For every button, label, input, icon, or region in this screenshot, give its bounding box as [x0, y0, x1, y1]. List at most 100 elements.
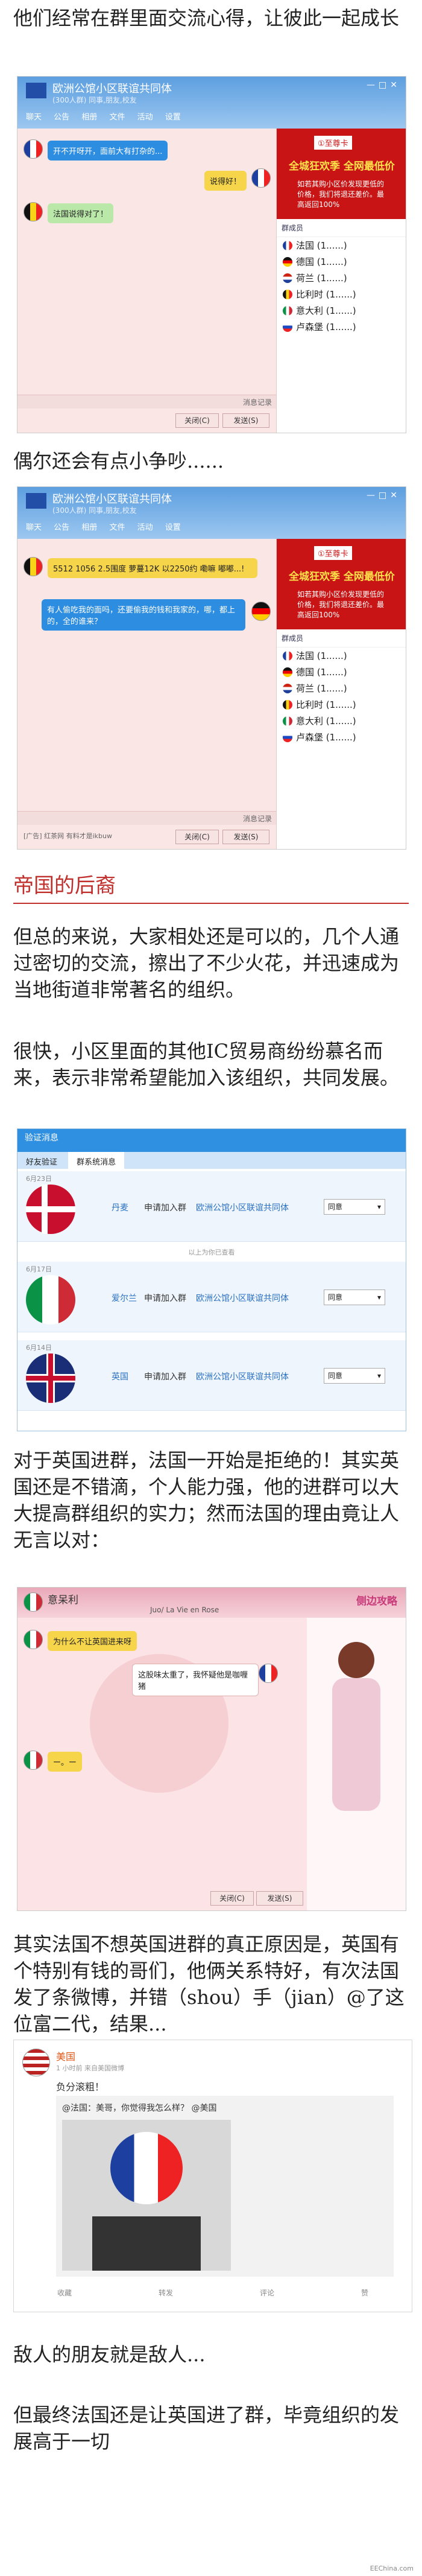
- applicant-name[interactable]: 丹麦: [112, 1201, 128, 1213]
- send-button[interactable]: 发送(S): [222, 413, 269, 428]
- group-subtitle: (300人群) 同事,朋友,校友: [52, 96, 137, 104]
- history-link[interactable]: 消息记录: [243, 813, 272, 824]
- window-controls[interactable]: —□✕: [367, 491, 401, 500]
- member-item[interactable]: 意大利 (1......): [277, 302, 406, 319]
- eu-flag-icon: [26, 493, 46, 509]
- character-body-image: [332, 1678, 380, 1811]
- member-item[interactable]: 荷兰 (1......): [277, 270, 406, 286]
- toolbar-files[interactable]: 文件: [109, 113, 125, 122]
- avatar-belgium: [24, 202, 43, 221]
- section-divider: [13, 903, 409, 904]
- member-item[interactable]: 卢森堡 (1......): [277, 729, 406, 745]
- ad-footer[interactable]: [广告] 红茶网 有料才是ikbuw: [24, 831, 112, 841]
- member-item[interactable]: 荷兰 (1......): [277, 680, 406, 696]
- group-link[interactable]: 欧洲公馆小区联谊共同体: [196, 1292, 289, 1304]
- luxembourg-flag-icon: [283, 732, 292, 742]
- paragraph-2: 很快，小区里面的其他IC贸易商纷纷慕名而来，表示非常希望能加入该组织，共同发展。: [13, 1040, 400, 1089]
- toolbar-chat[interactable]: 聊天: [26, 113, 42, 122]
- toolbar-activity[interactable]: 活动: [137, 523, 153, 532]
- avatar-france: [251, 168, 271, 188]
- close-button[interactable]: 关闭(C): [175, 830, 219, 844]
- weibo-actions: 收藏 转发 评论 赞: [14, 2288, 412, 2298]
- members-label: 群成员: [277, 219, 406, 237]
- avatar-belgium: [24, 557, 43, 576]
- members-label: 群成员: [277, 629, 406, 647]
- avatar-usa: [22, 2049, 50, 2076]
- toolbar-chat[interactable]: 聊天: [26, 523, 42, 532]
- chat-message: 开不开呀开，面前大有打杂的...: [48, 141, 168, 161]
- approve-select[interactable]: 同意: [324, 1199, 385, 1215]
- source-credit: EEChina.com: [370, 2565, 414, 2572]
- group-toolbar: 聊天 公告 相册 文件 活动 设置: [26, 110, 191, 122]
- group-link[interactable]: 欧洲公馆小区联谊共同体: [196, 1370, 289, 1382]
- chat-area: 开不开呀开，面前大有打杂的... 说得好！ 法国说得对了！ 消息记录 关闭(C)…: [17, 129, 277, 433]
- weibo-post: 美国 1 小时前 来自美国微博 负分滚粗！ @法国：美哥，你觉得我怎么样？ @美…: [13, 2040, 412, 2312]
- germany-flag-icon: [283, 256, 292, 267]
- ad-banner[interactable]: ①至尊卡 全城狂欢季 全网最低价 如若其购小区价发现更低的价格，我们将退还差价。…: [277, 539, 406, 629]
- approve-select[interactable]: 同意: [324, 1290, 385, 1305]
- suit-image: [92, 2216, 201, 2271]
- toolbar-settings[interactable]: 设置: [165, 523, 181, 532]
- avatar-italy: [24, 1630, 43, 1649]
- tab-group-system[interactable]: 群系统消息: [68, 1152, 125, 1171]
- member-item[interactable]: 德国 (1......): [277, 253, 406, 270]
- chat-input-toolbar[interactable]: 消息记录: [17, 395, 277, 409]
- repost-button[interactable]: 转发: [159, 2288, 173, 2298]
- belgium-flag-icon: [283, 699, 292, 710]
- avatar-germany: [251, 602, 271, 621]
- member-item[interactable]: 法国 (1......): [277, 237, 406, 253]
- intro-text-1: 他们经常在群里面交流心得，让彼此一起成长: [13, 7, 400, 30]
- paragraph-6: 但最终法国还是让英国进了群，毕竟组织的发展高于一切: [13, 2403, 400, 2453]
- section-title: 帝国的后裔: [13, 874, 116, 898]
- avatar-france: [24, 139, 43, 159]
- close-button[interactable]: 关闭(C): [175, 413, 219, 428]
- avatar-france: [259, 1664, 278, 1683]
- chat-input-toolbar[interactable]: 消息记录: [17, 811, 277, 825]
- group-subtitle: (300人群) 同事,朋友,校友: [52, 506, 137, 515]
- toolbar-notice[interactable]: 公告: [54, 523, 69, 532]
- ad-badge: ①至尊卡: [314, 136, 352, 150]
- applicant-name[interactable]: 爱尔兰: [112, 1292, 137, 1304]
- action-text: 申请加入群: [144, 1372, 186, 1382]
- send-button[interactable]: 发送(S): [222, 830, 269, 844]
- repost-image[interactable]: [62, 2120, 231, 2271]
- like-button[interactable]: 赞: [361, 2288, 368, 2298]
- member-item[interactable]: 意大利 (1......): [277, 713, 406, 729]
- eu-flag-icon: [26, 83, 46, 98]
- approve-select[interactable]: 同意: [324, 1368, 385, 1384]
- read-divider: 以上为你已查看: [188, 1248, 235, 1256]
- member-item[interactable]: 比利时 (1......): [277, 696, 406, 713]
- toolbar-album[interactable]: 相册: [81, 523, 97, 532]
- paragraph-3: 对于英国进群，法国一开始是拒绝的！其实英国还是不错滴，个人能力强，他的进群可以大…: [13, 1449, 400, 1551]
- applicant-name[interactable]: 英国: [112, 1370, 128, 1382]
- toolbar-notice[interactable]: 公告: [54, 113, 69, 122]
- toolbar-files[interactable]: 文件: [109, 523, 125, 532]
- comment-button[interactable]: 评论: [260, 2288, 274, 2298]
- row-date: 6月17日: [26, 1265, 52, 1273]
- member-item[interactable]: 德国 (1......): [277, 664, 406, 680]
- window-controls[interactable]: —□✕: [367, 80, 401, 90]
- toolbar-settings[interactable]: 设置: [165, 113, 181, 122]
- italy-flag-icon: [283, 716, 292, 726]
- paragraph-1: 但总的来说，大家相处还是可以的，几个人通过密切的交流，擦出了不少火花，并迅速成为…: [13, 925, 400, 1001]
- contact-name: 意呆利: [48, 1594, 78, 1606]
- member-item[interactable]: 比利时 (1......): [277, 286, 406, 302]
- intro-text-2: 偶尔还会有点小争吵......: [13, 450, 224, 472]
- member-item[interactable]: 卢森堡 (1......): [277, 319, 406, 335]
- group-link[interactable]: 欧洲公馆小区联谊共同体: [196, 1201, 289, 1213]
- weibo-username[interactable]: 美国: [56, 2049, 75, 2063]
- history-link[interactable]: 消息记录: [243, 397, 272, 407]
- send-button[interactable]: 发送(S): [256, 1891, 303, 1906]
- italy-flag-icon: [283, 305, 292, 316]
- paragraph-5: 敌人的朋友就是敌人...: [13, 2343, 206, 2366]
- toolbar-activity[interactable]: 活动: [137, 113, 153, 122]
- ad-banner[interactable]: ①至尊卡 全城狂欢季 全网最低价 如若其购小区价发现更低的价格，我们将退还差价。…: [277, 129, 406, 219]
- tab-friend-verify[interactable]: 好友验证: [17, 1152, 66, 1171]
- toolbar-album[interactable]: 相册: [81, 113, 97, 122]
- qq-chat-screenshot-2: 欧洲公馆小区联谊共同体 (300人群) 同事,朋友,校友 —□✕ 聊天 公告 相…: [17, 486, 406, 850]
- close-button[interactable]: 关闭(C): [210, 1891, 254, 1906]
- favorite-button[interactable]: 收藏: [57, 2288, 72, 2298]
- qq-window-header: 欧洲公馆小区联谊共同体 (300人群) 同事,朋友,校友 —□✕ 聊天 公告 相…: [17, 487, 406, 539]
- germany-flag-icon: [283, 667, 292, 677]
- member-item[interactable]: 法国 (1......): [277, 647, 406, 664]
